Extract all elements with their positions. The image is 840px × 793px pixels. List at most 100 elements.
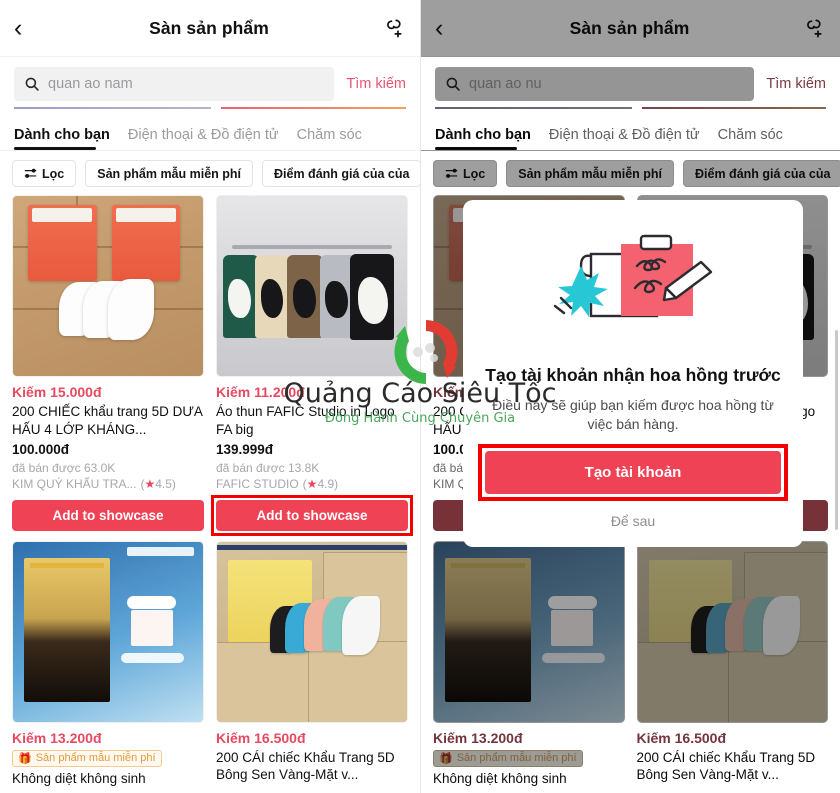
create-account-button-highlight: Tạo tài khoản <box>478 443 788 501</box>
tab-dien-thoai-do-dien-tu[interactable]: Điện thoại & Đồ điện tử <box>128 127 279 150</box>
modal-description: Điều này sẽ giúp bạn kiếm được hoa hồng … <box>492 396 774 433</box>
search-row-left: quan ao nam Tìm kiếm <box>0 57 420 101</box>
underline-right <box>641 107 826 109</box>
chip-san-pham-mau-mien-phi[interactable]: Sản phẩm mẫu miễn phí <box>85 160 254 187</box>
phone-screen-right: ‹ Sàn sản phẩm quan ao nu Tìm kiếm Dành … <box>420 0 840 793</box>
product-shop: FAFIC STUDIO (★4.9) <box>216 477 408 491</box>
tab-danh-cho-ban[interactable]: Dành cho bạn <box>435 127 531 150</box>
filter-chips-right: Lọc Sản phẩm mẫu miễn phí Điểm đánh giá … <box>421 151 840 195</box>
product-title: Áo thun FAFIC Studio in Logo FA big <box>216 404 395 437</box>
scrollbar-thumb[interactable] <box>835 330 838 530</box>
chip-label: Lọc <box>42 166 65 181</box>
search-icon <box>25 77 39 91</box>
shop-rating: (★4.5) <box>140 476 176 491</box>
star-icon: ★ <box>144 476 156 491</box>
product-title: 200 CÁI chiếc Khẩu Trang 5D Bông Sen Vàn… <box>216 749 395 783</box>
product-earn: Kiếm 13.200đ <box>12 729 102 746</box>
chip-label: Lọc <box>463 166 486 181</box>
create-account-modal: Tạo tài khoản nhận hoa hồng trước Điều n… <box>463 200 803 547</box>
modal-title: Tạo tài khoản nhận hoa hồng trước <box>485 365 781 385</box>
product-image-color-masks[interactable] <box>216 540 408 723</box>
product-grid-left: Kiếm 15.000đ 200 CHIẾC khẩu trang 5D DƯA… <box>0 195 420 793</box>
category-tabs-right: Dành cho bạn Điện thoại & Đồ điện tử Chă… <box>421 109 840 151</box>
product-earn: Kiếm 15.000đ <box>12 384 102 400</box>
search-submit-button[interactable]: Tìm kiếm <box>346 76 406 92</box>
search-input[interactable]: quan ao nam <box>14 67 335 101</box>
underline-right <box>221 107 406 109</box>
product-title: 200 CHIẾC khẩu trang 5D DƯA HẤU 4 LỚP KH… <box>12 404 203 437</box>
gift-icon: 🎁 <box>18 752 32 765</box>
chip-san-pham-mau-mien-phi[interactable]: Sản phẩm mẫu miễn phí <box>506 160 675 187</box>
star-icon: ★ <box>306 476 318 491</box>
product-earn: Kiếm 11.200đ <box>216 384 305 400</box>
product-title: Không diệt không sinh <box>12 770 146 786</box>
chip-loc[interactable]: Lọc <box>433 160 498 187</box>
chip-label: Điểm đánh giá của của <box>695 166 831 181</box>
tab-danh-cho-ban[interactable]: Dành cho bạn <box>14 127 110 150</box>
underline-left <box>435 107 632 109</box>
free-sample-badge: 🎁 Sản phẩm mẫu miễn phí <box>433 749 583 767</box>
page-title: Sàn sản phẩm <box>569 17 690 38</box>
free-sample-label: Sản phẩm mẫu miễn phí <box>35 752 156 765</box>
phone-screen-left: ‹ Sàn sản phẩm quan ao nam Tìm kiếm Dành… <box>0 0 420 793</box>
create-account-button[interactable]: Tạo tài khoản <box>485 450 781 494</box>
product-image-book[interactable] <box>433 540 625 723</box>
product-image-book[interactable] <box>12 540 204 723</box>
tab-dien-thoai-do-dien-tu[interactable]: Điện thoại & Đồ điện tử <box>549 127 700 150</box>
underline-left <box>14 107 212 109</box>
back-icon[interactable]: ‹ <box>14 15 42 41</box>
product-card[interactable]: Kiếm 15.000đ 200 CHIẾC khẩu trang 5D DƯA… <box>6 195 210 541</box>
product-card[interactable]: Kiếm 11.200đ Áo thun FAFIC Studio in Log… <box>210 195 414 541</box>
product-title: 200 CÁI chiếc Khẩu Trang 5D Bông Sen Vàn… <box>636 749 816 783</box>
shop-rating: (★4.9) <box>302 476 339 491</box>
category-tabs-left: Dành cho bạn Điện thoại & Đồ điện tử Chă… <box>0 109 420 151</box>
screenshot-root: ‹ Sàn sản phẩm quan ao nam Tìm kiếm Dành… <box>0 0 840 793</box>
chip-loc[interactable]: Lọc <box>12 160 77 187</box>
add-to-showcase-button[interactable]: Add to showcase <box>216 499 408 531</box>
product-sold-count: đã bán được 13.8K <box>216 460 320 475</box>
filter-icon <box>24 168 37 178</box>
navigation-bar-left: ‹ Sàn sản phẩm <box>0 0 420 57</box>
navigation-bar-right: ‹ Sàn sản phẩm <box>421 0 840 57</box>
product-card[interactable]: Kiếm 16.500đ 200 CÁI chiếc Khẩu Trang 5D… <box>631 540 835 793</box>
add-to-showcase-button[interactable]: Add to showcase <box>12 499 204 531</box>
product-image-masks-watermelon[interactable] <box>12 195 204 377</box>
free-sample-label: Sản phẩm mẫu miễn phí <box>456 752 577 765</box>
shop-name: KIM QUÝ KHẨU TRA... <box>12 476 137 491</box>
filter-chips-left: Lọc Sản phẩm mẫu miễn phí Điểm đánh giá … <box>0 151 420 195</box>
search-underline-decor <box>0 101 420 109</box>
add-link-icon[interactable] <box>796 16 826 40</box>
free-sample-badge: 🎁 Sản phẩm mẫu miễn phí <box>12 749 162 767</box>
chip-label: Sản phẩm mẫu miễn phí <box>518 166 663 181</box>
clipboard-signature-illustration <box>533 222 733 354</box>
tab-cham-soc[interactable]: Chăm sóc <box>297 127 362 150</box>
chip-label: Điểm đánh giá của của <box>274 166 410 181</box>
add-to-showcase-wrap: Add to showcase <box>12 499 204 531</box>
search-icon <box>446 77 460 91</box>
search-underline-decor <box>421 101 840 109</box>
product-shop: KIM QUÝ KHẨU TRA... (★4.5) <box>12 477 204 491</box>
search-input-value: quan ao nu <box>469 76 542 92</box>
product-image-color-masks[interactable] <box>636 540 828 723</box>
chip-diem-danh-gia[interactable]: Điểm đánh giá của của <box>262 160 420 187</box>
gift-icon: 🎁 <box>439 752 453 765</box>
product-card[interactable]: Kiếm 13.200đ 🎁 Sản phẩm mẫu miễn phí Khô… <box>6 540 210 793</box>
product-card[interactable]: Kiếm 16.500đ 200 CÁI chiếc Khẩu Trang 5D… <box>210 540 414 793</box>
product-image-tshirts[interactable] <box>216 195 408 377</box>
search-input[interactable]: quan ao nu <box>435 67 755 101</box>
search-input-value: quan ao nam <box>48 76 133 92</box>
shop-name: FAFIC STUDIO <box>216 476 299 491</box>
tab-cham-soc[interactable]: Chăm sóc <box>718 127 783 150</box>
search-submit-button[interactable]: Tìm kiếm <box>766 76 826 92</box>
add-link-icon[interactable] <box>376 16 406 40</box>
chip-diem-danh-gia[interactable]: Điểm đánh giá của của <box>683 160 840 187</box>
back-icon[interactable]: ‹ <box>435 15 463 41</box>
later-button[interactable]: Để sau <box>611 513 655 529</box>
search-row-right: quan ao nu Tìm kiếm <box>421 57 840 101</box>
product-card[interactable]: Kiếm 13.200đ 🎁 Sản phẩm mẫu miễn phí Khô… <box>427 540 631 793</box>
add-to-showcase-wrap-highlighted: Add to showcase <box>211 494 413 536</box>
product-earn: Kiếm 13.200đ <box>433 729 523 746</box>
product-earn: Kiếm 16.500đ <box>216 729 306 746</box>
filter-icon <box>445 168 458 178</box>
product-title: Không diệt không sinh <box>433 770 567 786</box>
